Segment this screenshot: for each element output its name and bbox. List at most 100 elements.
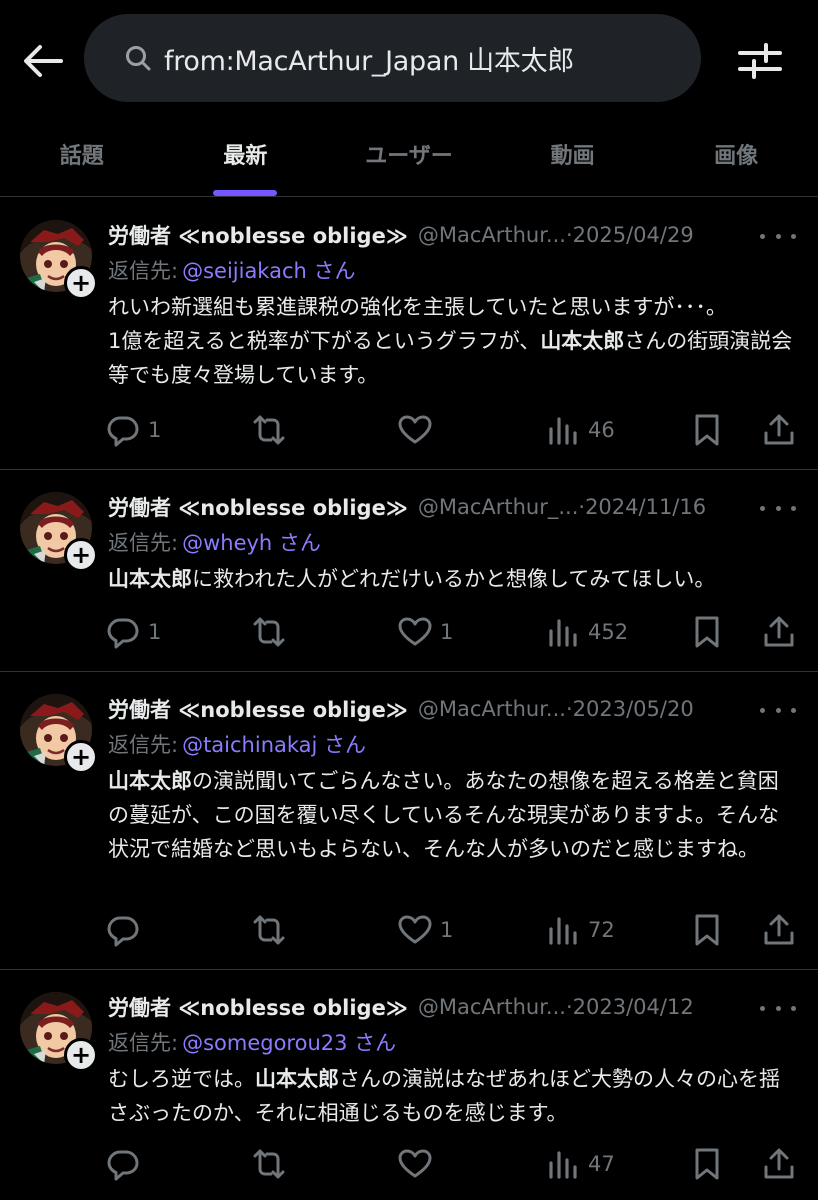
back-button[interactable] xyxy=(20,38,66,84)
search-icon xyxy=(126,46,151,71)
like-button[interactable]: 1 xyxy=(398,610,453,654)
bookmark-icon xyxy=(690,913,724,947)
reply-button[interactable]: 1 xyxy=(106,408,161,452)
follow-plus-button[interactable]: + xyxy=(64,266,98,300)
post-actions: 1 1 452 xyxy=(106,610,802,654)
display-name[interactable]: 労働者 ≪noblesse oblige≫ xyxy=(108,220,408,250)
author-avatar[interactable]: + xyxy=(20,992,98,1072)
bookmark-button[interactable] xyxy=(690,1142,724,1186)
follow-plus-button[interactable]: + xyxy=(64,740,98,774)
reply-button[interactable]: 1 xyxy=(106,610,161,654)
display-name[interactable]: 労働者 ≪noblesse oblige≫ xyxy=(108,992,408,1022)
repost-button[interactable] xyxy=(252,610,294,654)
post-date[interactable]: 2023/05/20 xyxy=(573,697,694,721)
tab-latest[interactable]: 最新 xyxy=(164,112,328,196)
meta-separator: · xyxy=(565,995,573,1019)
plus-icon: + xyxy=(70,743,92,771)
like-button[interactable] xyxy=(398,408,440,452)
reply-button[interactable] xyxy=(106,1142,148,1186)
search-query: from:MacArthur_Japan 山本太郎 xyxy=(164,45,574,77)
post-actions: 47 xyxy=(106,1142,802,1186)
tab-top[interactable]: 話題 xyxy=(0,112,164,196)
more-dots-icon xyxy=(760,505,765,511)
display-name[interactable]: 労働者 ≪noblesse oblige≫ xyxy=(108,492,408,522)
post-date[interactable]: 2025/04/29 xyxy=(573,223,694,247)
user-handle[interactable]: @MacArthur... xyxy=(418,223,566,247)
repost-button[interactable] xyxy=(252,408,294,452)
views-button[interactable]: 47 xyxy=(546,1142,615,1186)
reply-to-handle[interactable]: @taichinakaj さん xyxy=(182,729,366,759)
user-handle[interactable]: @MacArthur_... xyxy=(418,495,579,519)
more-options-button[interactable] xyxy=(760,496,796,520)
repost-button[interactable] xyxy=(252,1142,294,1186)
tab-videos[interactable]: 動画 xyxy=(491,112,655,196)
reply-count: 1 xyxy=(148,418,162,442)
views-icon xyxy=(546,615,580,649)
share-button[interactable] xyxy=(762,908,796,952)
user-handle[interactable]: @MacArthur... xyxy=(418,995,566,1019)
filter-button[interactable] xyxy=(734,38,786,84)
repost-icon xyxy=(252,413,286,447)
post-item[interactable]: + 労働者 ≪noblesse oblige≫ @MacArthur_... ·… xyxy=(0,470,818,672)
user-handle[interactable]: @MacArthur... xyxy=(418,697,566,721)
views-icon xyxy=(546,1147,580,1181)
share-button[interactable] xyxy=(762,408,796,452)
reply-to-handle[interactable]: @seijiakach さん xyxy=(182,255,355,285)
like-button[interactable] xyxy=(398,1142,440,1186)
follow-plus-button[interactable]: + xyxy=(64,538,98,572)
post-meta: 労働者 ≪noblesse oblige≫ @MacArthur... · 20… xyxy=(108,990,798,1024)
plus-icon: + xyxy=(70,269,92,297)
bookmark-icon xyxy=(690,413,724,447)
views-button[interactable]: 46 xyxy=(546,408,615,452)
more-options-button[interactable] xyxy=(760,996,796,1020)
post-text: 山本太郎の演説聞いてごらんなさい。あなたの想像を超える格差と貧困の蔓延が、この国… xyxy=(108,769,779,861)
like-icon xyxy=(398,1147,432,1181)
more-options-button[interactable] xyxy=(760,224,796,248)
like-icon xyxy=(398,413,432,447)
meta-separator: · xyxy=(565,223,573,247)
views-button[interactable]: 452 xyxy=(546,610,628,654)
more-dots-icon xyxy=(760,233,765,239)
share-icon xyxy=(762,413,796,447)
repost-icon xyxy=(252,913,286,947)
tab-images[interactable]: 画像 xyxy=(654,112,818,196)
share-button[interactable] xyxy=(762,610,796,654)
reply-to-handle[interactable]: @wheyh さん xyxy=(182,527,321,557)
reply-prefix: 返信先: xyxy=(108,531,179,555)
share-button[interactable] xyxy=(762,1142,796,1186)
plus-icon: + xyxy=(70,541,92,569)
follow-plus-button[interactable]: + xyxy=(64,1038,98,1072)
post-item[interactable]: + 労働者 ≪noblesse oblige≫ @MacArthur... · … xyxy=(0,970,818,1200)
share-icon xyxy=(762,913,796,947)
author-avatar[interactable]: + xyxy=(20,220,98,300)
post-item[interactable]: + 労働者 ≪noblesse oblige≫ @MacArthur... · … xyxy=(0,198,818,470)
reply-prefix: 返信先: xyxy=(108,733,179,757)
views-button[interactable]: 72 xyxy=(546,908,615,952)
author-avatar[interactable]: + xyxy=(20,694,98,774)
more-dots-icon xyxy=(760,1005,765,1011)
post-date[interactable]: 2024/11/16 xyxy=(585,495,706,519)
post-text: 山本太郎に救われた人がどれだけいるかと想像してみてほしい。 xyxy=(108,567,716,591)
reply-to-handle[interactable]: @somegorou23 さん xyxy=(182,1027,396,1057)
tab-users[interactable]: ユーザー xyxy=(327,112,491,196)
search-header: from:MacArthur_Japan 山本太郎 話題 最新 ユーザー 動画 … xyxy=(0,0,818,198)
author-avatar[interactable]: + xyxy=(20,492,98,572)
reply-button[interactable] xyxy=(106,908,148,952)
reply-count: 1 xyxy=(148,620,162,644)
repost-icon xyxy=(252,1147,286,1181)
repost-button[interactable] xyxy=(252,908,294,952)
display-name[interactable]: 労働者 ≪noblesse oblige≫ xyxy=(108,694,408,724)
reply-icon xyxy=(106,913,140,947)
share-icon xyxy=(762,615,796,649)
post-item[interactable]: + 労働者 ≪noblesse oblige≫ @MacArthur... · … xyxy=(0,672,818,970)
post-date[interactable]: 2023/04/12 xyxy=(573,995,694,1019)
bookmark-button[interactable] xyxy=(690,408,724,452)
more-options-button[interactable] xyxy=(760,698,796,722)
like-button[interactable]: 1 xyxy=(398,908,453,952)
bookmark-button[interactable] xyxy=(690,908,724,952)
like-icon xyxy=(398,615,432,649)
bookmark-button[interactable] xyxy=(690,610,724,654)
view-count: 452 xyxy=(588,620,629,644)
search-input[interactable]: from:MacArthur_Japan 山本太郎 xyxy=(84,14,701,102)
filter-sliders-icon xyxy=(738,43,782,79)
